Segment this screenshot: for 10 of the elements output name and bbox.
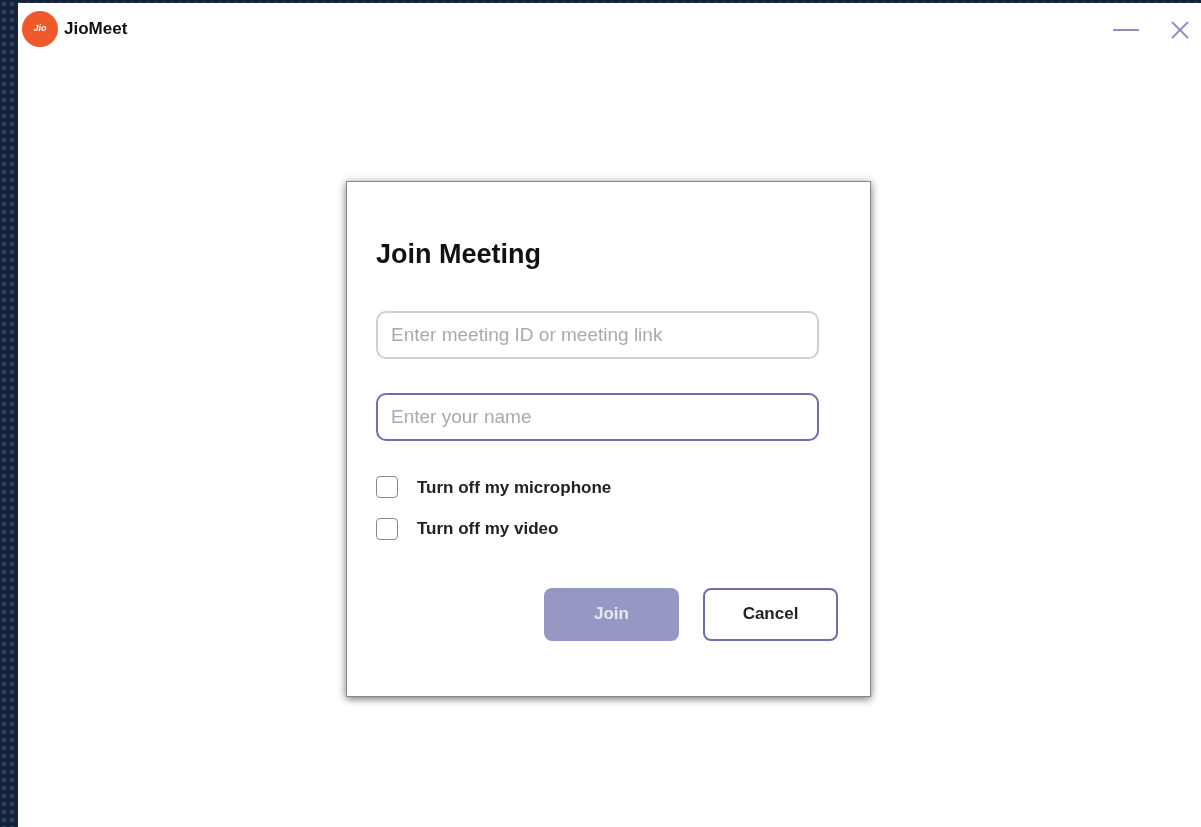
checkbox-label[interactable]: Turn off my video [417,516,559,542]
app-logo: Jio [22,11,58,47]
close-icon [1171,20,1189,39]
checkbox-label[interactable]: Turn off my microphone [417,474,612,500]
cancel-button[interactable]: Cancel [703,587,838,641]
checkbox[interactable] [376,476,398,499]
input-field[interactable]: Enter your name [376,392,819,441]
app-name: JioMeet [64,18,128,41]
checkbox[interactable] [376,517,398,540]
dialog-title: Join Meeting [376,238,542,271]
